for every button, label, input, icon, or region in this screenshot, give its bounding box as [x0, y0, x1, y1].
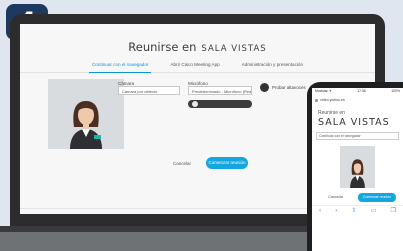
meeting-title-lead: Reunirse en: [128, 40, 197, 54]
speaker-test-label[interactable]: Probar altavoces: [272, 85, 306, 90]
person-avatar-icon: [340, 146, 375, 188]
tab-browser[interactable]: Continuar con el navegador: [88, 59, 152, 73]
camera-select[interactable]: Cámara por defecto: [118, 86, 180, 95]
phone-battery: 100%: [391, 89, 400, 93]
speaker-test-icon[interactable]: [260, 83, 269, 92]
bookmarks-icon[interactable]: ▭: [371, 207, 377, 214]
camera-preview: [48, 79, 124, 149]
phone-cancel-button[interactable]: Cancelar: [328, 195, 343, 199]
phone-carrier: Movistar ✈: [315, 89, 332, 93]
phone-camera-preview: [340, 146, 375, 188]
meeting-room-name: SALA VISTAS: [201, 44, 267, 54]
join-meeting-button[interactable]: Comenzar reunión: [206, 157, 248, 169]
phone-url: video.yoelos.es: [320, 98, 345, 102]
tab-admin-presentation[interactable]: Administración y presentación: [239, 59, 306, 73]
phone-address-bar[interactable]: video.yoelos.es: [315, 96, 400, 104]
phone-browser-toolbar: ‹ › ⇧ ▭ ❐: [312, 205, 403, 215]
forward-icon[interactable]: ›: [335, 208, 337, 214]
back-icon[interactable]: ‹: [319, 208, 321, 214]
phone-title-lead: Reunirse en: [318, 110, 345, 116]
join-options-tabs: Continuar con el navegador Abrir Cisco M…: [20, 59, 375, 73]
phone-join-meeting-button[interactable]: Comenzar reunión: [358, 193, 396, 202]
cancel-button[interactable]: Cancelar: [167, 158, 197, 169]
share-icon[interactable]: ⇧: [351, 207, 356, 214]
lock-icon: [315, 98, 318, 102]
person-avatar-icon: [48, 79, 124, 149]
phone-status-bar: Movistar ✈ 17:36 100%: [312, 88, 403, 94]
phone-screen: Movistar ✈ 17:36 100% video.yoelos.es Re…: [312, 88, 403, 251]
phone-time: 17:36: [357, 89, 366, 93]
phone-room-name: SALA VISTAS: [318, 117, 390, 128]
phone-join-method-select[interactable]: Continuar con el navegador: [316, 132, 399, 140]
microphone-level-knob: [191, 101, 198, 107]
microphone-level-meter: [188, 100, 252, 108]
meeting-title: Reunirse en SALA VISTAS: [20, 36, 375, 55]
microphone-select[interactable]: Predeterminado - Micrófono (Realtek ...: [188, 86, 252, 95]
tabs-icon[interactable]: ❐: [390, 207, 395, 214]
tab-cisco-app[interactable]: Abrir Cisco Meeting App: [167, 59, 222, 73]
